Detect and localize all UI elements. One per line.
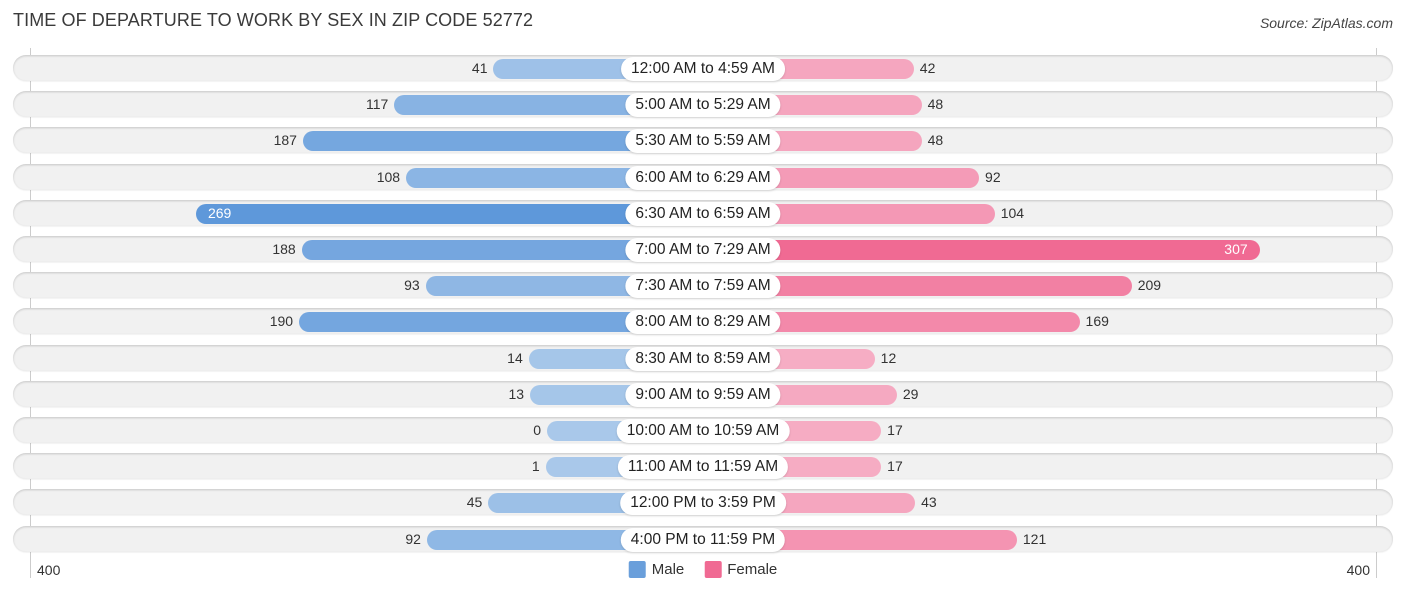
female-value-label: 209 (1137, 277, 1162, 294)
legend-label-male: Male (651, 561, 685, 578)
male-value-label: 188 (272, 241, 296, 257)
legend-label-female: Female (727, 561, 778, 578)
category-label: 8:00 AM to 8:29 AM (625, 310, 781, 335)
female-value-label: 48 (927, 132, 944, 149)
male-value-label: 187 (273, 132, 297, 149)
female-value-label: 43 (921, 494, 937, 511)
male-value-label: 92 (405, 530, 421, 547)
chart-row: 1 17 11:00 AM to 11:59 AM (13, 453, 1393, 481)
female-value-label: 307 (1224, 241, 1248, 257)
category-label: 7:30 AM to 7:59 AM (625, 274, 781, 299)
male-value-label: 0 (533, 422, 541, 438)
category-label: 6:30 AM to 6:59 AM (625, 201, 781, 226)
chart-row: 187 48 5:30 AM to 5:59 AM (13, 127, 1393, 155)
male-value-label: 41 (471, 60, 488, 76)
left-axis-tick: 400 (37, 562, 61, 578)
female-value-label: 17 (887, 458, 903, 475)
female-swatch (704, 561, 722, 578)
male-value-label: 45 (466, 494, 483, 511)
category-label: 11:00 AM to 11:59 AM (617, 455, 789, 480)
chart-row: 93 209 7:30 AM to 7:59 AM (13, 272, 1393, 300)
chart-row: 41 42 12:00 AM to 4:59 AM (13, 55, 1393, 83)
chart-row: 45 43 12:00 PM to 3:59 PM (13, 489, 1393, 517)
chart-row: 188 307 7:00 AM to 7:29 AM (13, 236, 1393, 264)
male-value-label: 269 (207, 204, 232, 221)
chart-title: TIME OF DEPARTURE TO WORK BY SEX IN ZIP … (13, 10, 534, 30)
source-label: Source: ZipAtlas.com (1259, 15, 1393, 31)
male-value-label: 190 (269, 313, 294, 330)
chart-row: 14 12 8:30 AM to 8:59 AM (13, 344, 1393, 373)
male-swatch (628, 561, 646, 578)
right-axis-tick: 400 (1346, 562, 1370, 578)
category-label: 5:00 AM to 5:29 AM (625, 93, 781, 118)
chart-row: 190 169 8:00 AM to 8:29 AM (13, 308, 1393, 336)
chart-row: 269 104 6:30 AM to 6:59 AM (13, 199, 1393, 228)
chart-row: 13 29 9:00 AM to 9:59 AM (13, 380, 1393, 409)
male-value-label: 13 (508, 385, 525, 402)
female-value-label: 92 (985, 168, 1001, 185)
legend-item-female: Female (704, 561, 777, 578)
category-label: 7:00 AM to 7:29 AM (625, 238, 781, 262)
category-label: 5:30 AM to 5:59 AM (625, 129, 781, 154)
category-label: 9:00 AM to 9:59 AM (625, 382, 781, 407)
female-value-label: 12 (880, 349, 897, 366)
female-value-label: 169 (1085, 313, 1109, 330)
male-value-label: 108 (376, 168, 401, 185)
legend-item-male: Male (628, 561, 685, 578)
male-value-label: 14 (507, 349, 523, 366)
chart-row: 0 17 10:00 AM to 10:59 AM (13, 417, 1393, 445)
female-value-label: 48 (927, 96, 944, 113)
category-label: 10:00 AM to 10:59 AM (616, 419, 790, 443)
category-label: 12:00 AM to 4:59 AM (621, 57, 785, 81)
female-value-label: 121 (1022, 530, 1047, 547)
chart-row: 92 121 4:00 PM to 11:59 PM (13, 525, 1393, 554)
female-value-label: 17 (887, 422, 903, 438)
male-value-label: 117 (366, 96, 389, 113)
chart-row: 117 48 5:00 AM to 5:29 AM (13, 91, 1393, 119)
male-value-label: 1 (531, 458, 540, 475)
chart-row: 108 92 6:00 AM to 6:29 AM (13, 163, 1393, 192)
female-value-label: 104 (1000, 204, 1025, 221)
category-label: 8:30 AM to 8:59 AM (625, 346, 781, 371)
female-value-label: 42 (919, 60, 936, 76)
category-label: 12:00 PM to 3:59 PM (620, 491, 786, 516)
male-value-label: 93 (404, 277, 420, 294)
female-bar (703, 240, 1260, 260)
category-label: 4:00 PM to 11:59 PM (620, 527, 786, 552)
female-value-label: 29 (902, 385, 919, 402)
category-label: 6:00 AM to 6:29 AM (625, 165, 781, 190)
legend: Male Female (628, 561, 777, 578)
